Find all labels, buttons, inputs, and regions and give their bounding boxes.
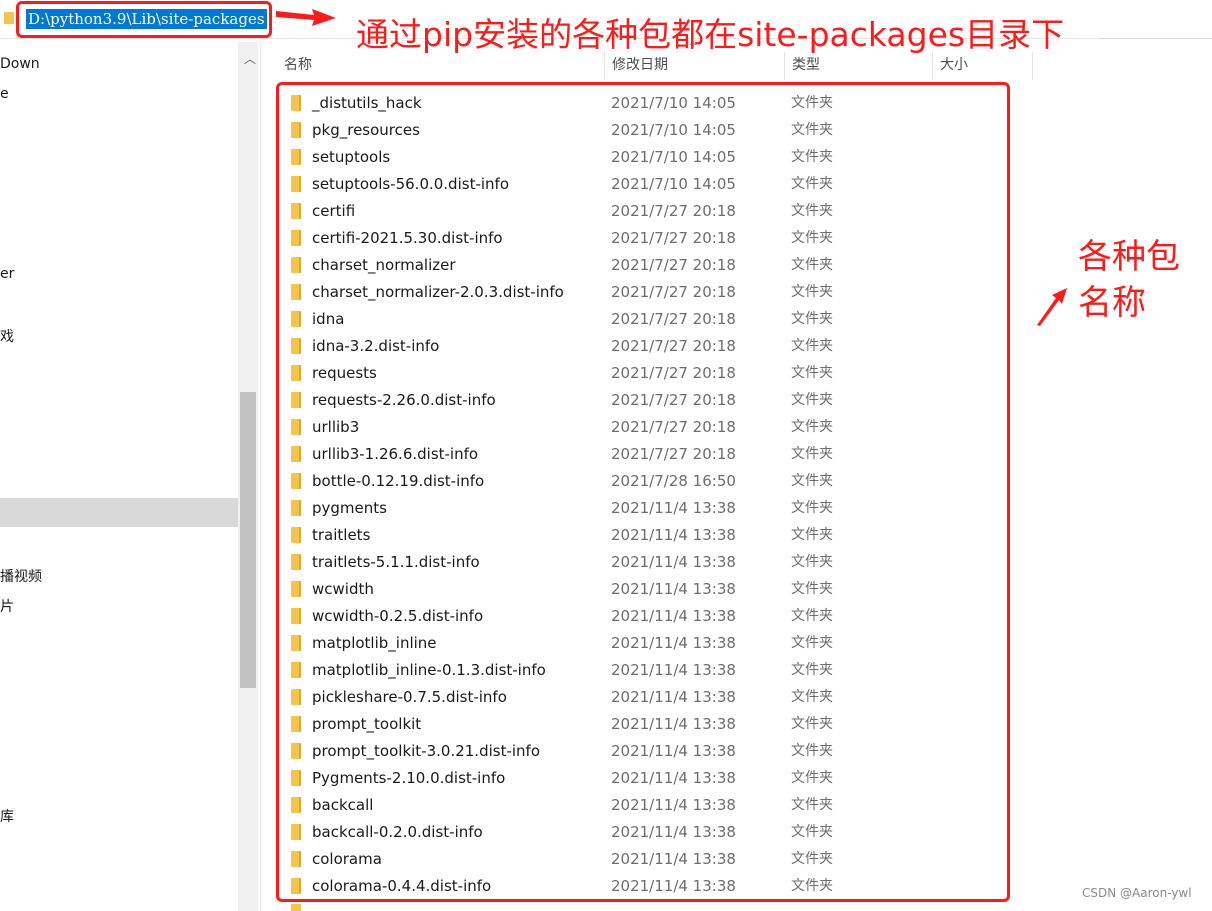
annotation-box-files	[276, 82, 1010, 902]
nav-item[interactable]: 库	[0, 806, 14, 826]
address-bar-divider	[1100, 38, 1212, 39]
annotation-side-note-2: 名称	[1078, 283, 1146, 323]
navigation-pane: Down e er 戏播视频片库	[0, 42, 238, 911]
nav-item[interactable]: e	[0, 86, 9, 102]
nav-item[interactable]: er	[0, 266, 14, 282]
file-row-partial[interactable]	[280, 902, 1020, 911]
watermark: CSDN @Aaron-ywl	[1082, 886, 1192, 900]
column-separator[interactable]	[1032, 52, 1033, 80]
annotation-arrow-up-icon	[1037, 288, 1067, 326]
annotation-top-note: 通过pip安装的各种包都在site-packages目录下	[356, 15, 1065, 54]
nav-scrollbar-thumb[interactable]	[240, 392, 256, 688]
folder-icon	[291, 904, 301, 911]
folder-icon	[4, 12, 14, 24]
nav-item[interactable]: 片	[0, 596, 14, 616]
pane-divider	[260, 42, 261, 911]
nav-item[interactable]: 戏	[0, 326, 14, 346]
annotation-side-note-1: 各种包	[1078, 237, 1180, 277]
annotation-arrow-right-icon	[276, 9, 336, 26]
scroll-up-arrow-icon[interactable]: ︿	[244, 50, 256, 67]
nav-selected-highlight	[0, 498, 238, 527]
annotation-box-address	[16, 1, 272, 38]
nav-item[interactable]: 播视频	[0, 566, 42, 586]
nav-item[interactable]: Down	[0, 56, 40, 72]
